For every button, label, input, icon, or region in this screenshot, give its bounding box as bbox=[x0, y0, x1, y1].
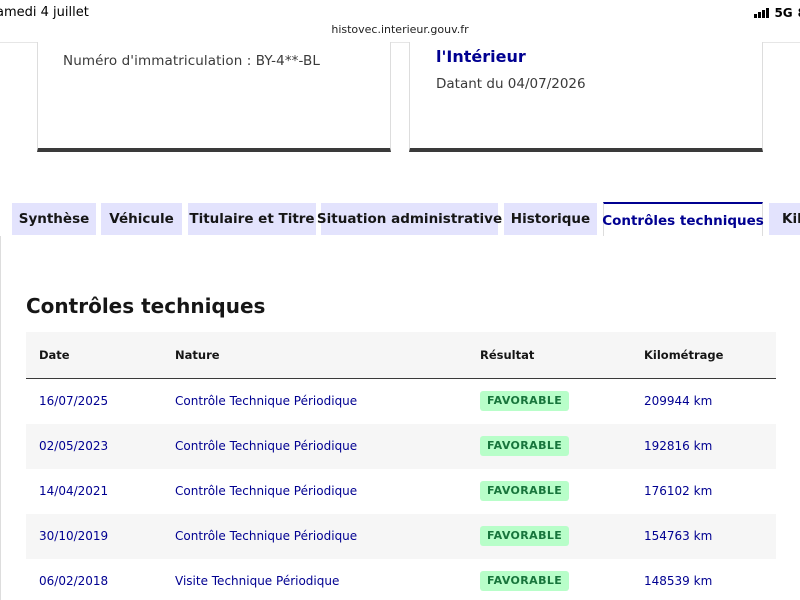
table-row: 16/07/2025 Contrôle Technique Périodique… bbox=[26, 379, 776, 424]
row-date: 30/10/2019 bbox=[39, 529, 109, 543]
row-nature: Contrôle Technique Périodique bbox=[175, 394, 358, 408]
header-mileage: Kilométrage bbox=[644, 348, 724, 362]
result-badge: FAVORABLE bbox=[480, 571, 570, 591]
report-date: Datant du 04/07/2026 bbox=[436, 76, 586, 92]
tab-bar: Synthèse Véhicule Titulaire et Titre Sit… bbox=[0, 200, 800, 237]
status-date: amedi 4 juillet bbox=[0, 5, 89, 20]
status-bar: amedi 4 juillet histovec.interieur.gouv.… bbox=[0, 0, 800, 43]
row-mileage: 209944 km bbox=[644, 394, 713, 408]
tab-controles-techniques[interactable]: Contrôles techniques bbox=[602, 202, 764, 237]
row-nature: Contrôle Technique Périodique bbox=[175, 439, 358, 453]
vehicle-card: Numéro d'immatriculation : BY-4**-BL bbox=[37, 42, 391, 152]
tab-kilometrage[interactable]: Kil bbox=[769, 203, 800, 235]
result-badge: FAVORABLE bbox=[480, 526, 570, 546]
network-label: 5G bbox=[774, 6, 793, 20]
result-badge: FAVORABLE bbox=[480, 481, 570, 501]
row-date: 06/02/2018 bbox=[39, 574, 109, 588]
tab-synthese[interactable]: Synthèse bbox=[12, 203, 96, 235]
row-date: 02/05/2023 bbox=[39, 439, 109, 453]
tab-situation-administrative[interactable]: Situation administrative bbox=[317, 203, 502, 235]
report-card-title: l'Intérieur bbox=[436, 47, 526, 66]
table-row: 30/10/2019 Contrôle Technique Périodique… bbox=[26, 514, 776, 559]
result-badge: FAVORABLE bbox=[480, 436, 570, 456]
app-root: amedi 4 juillet histovec.interieur.gouv.… bbox=[0, 0, 800, 600]
table-row: 02/05/2023 Contrôle Technique Périodique… bbox=[26, 424, 776, 469]
tab-historique[interactable]: Historique bbox=[504, 203, 597, 235]
header-nature: Nature bbox=[175, 348, 220, 362]
inspections-table: Date Nature Résultat Kilométrage 16/07/2… bbox=[26, 332, 776, 600]
row-nature: Contrôle Technique Périodique bbox=[175, 484, 358, 498]
row-nature: Visite Technique Périodique bbox=[175, 574, 340, 588]
address-bar-url[interactable]: histovec.interieur.gouv.fr bbox=[0, 23, 800, 36]
row-mileage: 192816 km bbox=[644, 439, 713, 453]
signal-icon bbox=[754, 8, 770, 18]
row-date: 16/07/2025 bbox=[39, 394, 109, 408]
row-mileage: 148539 km bbox=[644, 574, 713, 588]
table-row: 06/02/2018 Visite Technique Périodique F… bbox=[26, 559, 776, 600]
header-result: Résultat bbox=[480, 348, 535, 362]
tab-vehicule[interactable]: Véhicule bbox=[101, 203, 182, 235]
registration-number: Numéro d'immatriculation : BY-4**-BL bbox=[63, 53, 321, 69]
row-date: 14/04/2021 bbox=[39, 484, 109, 498]
row-mileage: 176102 km bbox=[644, 484, 713, 498]
status-indicators: 5G 8 bbox=[754, 6, 800, 20]
tab-panel: Contrôles techniques Date Nature Résulta… bbox=[0, 236, 800, 600]
result-badge: FAVORABLE bbox=[480, 391, 570, 411]
row-nature: Contrôle Technique Périodique bbox=[175, 529, 358, 543]
report-card: l'Intérieur Datant du 04/07/2026 bbox=[409, 42, 763, 152]
table-row: 14/04/2021 Contrôle Technique Périodique… bbox=[26, 469, 776, 514]
section-title: Contrôles techniques bbox=[26, 294, 266, 318]
table-header: Date Nature Résultat Kilométrage bbox=[26, 332, 776, 379]
row-mileage: 154763 km bbox=[644, 529, 713, 543]
tab-titulaire[interactable]: Titulaire et Titre bbox=[188, 203, 316, 235]
header-date: Date bbox=[39, 348, 70, 362]
